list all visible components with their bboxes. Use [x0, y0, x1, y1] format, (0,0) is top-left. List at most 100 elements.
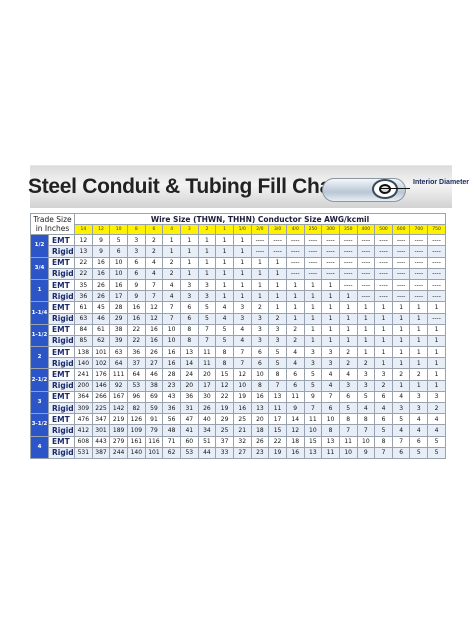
fill-count-cell: 266 — [91, 390, 111, 404]
fill-count-cell: 53 — [126, 379, 146, 392]
fill-count-cell: 3 — [321, 357, 340, 370]
fill-count-cell: 3 — [268, 334, 287, 348]
fill-count-cell: ---- — [374, 278, 393, 292]
fill-count-cell: 1 — [409, 323, 429, 336]
fill-count-cell: 92 — [109, 379, 128, 392]
fill-count-cell: 10 — [162, 334, 181, 348]
table-row: Rigid 309 225 142 82 59 36 31 26 19 16 13 11 9 7 6 5 4 4 3 3… — [31, 401, 446, 415]
table-row: Rigid 531 387 244 140 101 62 53 44 33 27 23 19 16 13 11… — [31, 446, 446, 459]
fill-count-cell: 241 — [74, 368, 93, 381]
fill-count-cell: 18 — [250, 424, 270, 437]
conduit-type-cell: Rigid — [47, 290, 76, 303]
fill-count-cell: 3 — [250, 334, 270, 348]
fill-count-cell: 1 — [285, 301, 305, 314]
table-row: 1/2 EMT 12 9 5 3 2 1 1 1 1 1 ---- ---- ---- ---- ---- ---… — [30, 234, 446, 258]
fill-count-cell: 4 — [215, 301, 234, 314]
fill-count-cell: 1 — [338, 334, 358, 348]
fill-count-cell: 2 — [391, 368, 411, 381]
fill-count-cell: 7 — [144, 278, 164, 292]
fill-count-cell: 2 — [338, 346, 358, 359]
wire-size-cell: 4 — [162, 224, 181, 236]
fill-count-cell: 3 — [232, 301, 252, 314]
fill-count-cell: 79 — [144, 424, 164, 437]
wire-size-cell: 1 — [215, 224, 234, 236]
fill-count-cell: ---- — [427, 312, 446, 325]
fill-count-cell: 4 — [232, 334, 252, 348]
fill-count-cell: 15 — [303, 435, 323, 448]
conduit-type-cell: Rigid — [47, 334, 76, 348]
fill-count-cell: 53 — [179, 446, 199, 459]
fill-count-cell: ---- — [268, 234, 287, 247]
fill-count-cell: ---- — [338, 267, 358, 280]
wire-size-header: Wire Size (THWN, THHN) Conductor Size AW… — [74, 212, 446, 226]
trade-size-cell: 1-1/2 — [30, 323, 49, 348]
fill-count-cell: 6 — [321, 401, 340, 415]
fill-count-cell: 138 — [74, 346, 93, 359]
trade-size-header: Trade Size in Inches — [29, 212, 76, 236]
table-row: Rigid 22 16 10 6 4 2 1 1 1 1 1 1 ---- ---- ---- ---- ----… — [31, 267, 446, 280]
trade-size-cell: 2 — [30, 346, 49, 370]
fill-count-cell: 8 — [215, 357, 234, 370]
fill-count-cell: 1 — [268, 301, 287, 314]
trade-size-cell: 3/4 — [30, 256, 49, 280]
fill-count-cell: 6 — [285, 368, 305, 381]
fill-count-cell: 31 — [179, 401, 199, 415]
table-row: Rigid 200 146 92 53 38 23 20 17 12 10 8 7 6 5 4 3 3 2 1 1 1 — [31, 379, 446, 392]
fill-count-cell: 1 — [232, 245, 252, 258]
fill-count-cell: 1 — [409, 334, 429, 348]
fill-count-cell: 10 — [303, 424, 323, 437]
fill-count-cell: ---- — [338, 245, 358, 258]
fill-count-cell: 4 — [215, 312, 234, 325]
fill-count-cell: 1 — [303, 301, 323, 314]
fill-count-cell: 63 — [74, 312, 93, 325]
fill-count-cell: 1 — [427, 379, 446, 392]
fill-count-cell: 6 — [338, 390, 358, 404]
wire-size-cell: 1/0 — [232, 224, 252, 236]
fill-count-cell: 1 — [232, 234, 252, 247]
fill-count-cell: 19 — [268, 446, 287, 459]
fill-count-cell: 3 — [356, 379, 376, 392]
fill-count-cell: 82 — [126, 401, 146, 415]
fill-count-cell: 4 — [427, 413, 446, 426]
wire-size-cell: 2/0 — [250, 224, 270, 236]
fill-count-cell: ---- — [338, 256, 358, 269]
fill-count-cell: 7 — [374, 446, 393, 459]
wire-size-cell: 750 — [427, 224, 446, 236]
table-row: 1 EMT 35 26 16 9 7 4 3 3 1 1 1 1 1 1 1 ---- ---- ---- ---- --… — [30, 278, 446, 303]
fill-count-cell: 28 — [162, 368, 181, 381]
fill-count-cell: 11 — [321, 446, 340, 459]
fill-count-cell: 1 — [303, 290, 323, 303]
fill-count-cell: 13 — [179, 346, 199, 359]
fill-count-cell: 26 — [144, 346, 164, 359]
fill-count-cell: 2 — [356, 357, 376, 370]
fill-count-cell: 16 — [144, 334, 164, 348]
fill-count-cell: 3 — [303, 357, 323, 370]
fill-count-cell: 1 — [427, 357, 446, 370]
conduit-type-cell: Rigid — [47, 245, 76, 258]
fill-count-cell: 2 — [250, 301, 270, 314]
fill-count-cell: 3 — [391, 401, 411, 415]
header-row: Trade Size in Inches Wire Size (THWN, TH… — [29, 212, 446, 236]
fill-count-cell: 225 — [91, 401, 111, 415]
fill-count-cell: 5 — [303, 379, 323, 392]
fill-count-cell: 4 — [409, 413, 429, 426]
fill-count-cell: 9 — [356, 446, 376, 459]
fill-count-cell: 101 — [91, 346, 111, 359]
fill-count-cell: 1 — [250, 267, 270, 280]
trade-size-cell: 1-1/4 — [30, 301, 49, 325]
conduit-type-cell: Rigid — [47, 267, 76, 280]
conduit-type-cell: EMT — [47, 368, 76, 381]
fill-count-cell: 96 — [126, 390, 146, 404]
table-row: Rigid 36 26 17 9 7 4 3 3 1 1 1 1 1 1 1 1 ---- ---- ---- ----… — [31, 290, 446, 303]
fill-count-cell: 10 — [250, 368, 270, 381]
fill-count-cell: 1 — [250, 278, 270, 292]
fill-count-cell: 6 — [179, 312, 199, 325]
fill-count-cell: 33 — [215, 446, 234, 459]
fill-count-cell: 101 — [144, 446, 164, 459]
fill-count-cell: ---- — [321, 256, 340, 269]
fill-count-cell: 1 — [285, 290, 305, 303]
trade-size-cell: 1/2 — [30, 234, 49, 258]
fill-count-cell: 43 — [162, 390, 181, 404]
fill-count-cell: 219 — [109, 413, 128, 426]
fill-count-cell: 10 — [321, 413, 340, 426]
